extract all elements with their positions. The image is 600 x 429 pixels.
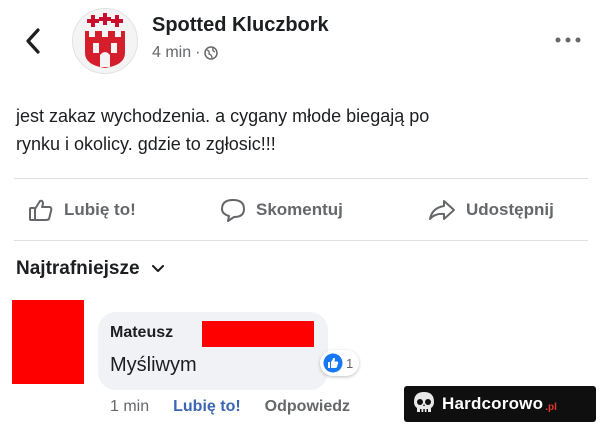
chevron-down-icon	[151, 265, 164, 272]
page-name[interactable]: Spotted Kluczbork	[152, 14, 329, 37]
watermark-suffix: .pl	[545, 401, 557, 413]
commenter-avatar-redacted[interactable]	[12, 300, 84, 384]
comment-footer: 1 min Lubię to! Odpowiedz	[110, 398, 350, 416]
meta-separator: ·	[195, 44, 201, 61]
comment-icon	[221, 199, 245, 222]
post-text-line: rynku i okolicy. gdzie to zgłosic!!!	[16, 134, 276, 154]
thumbs-up-icon	[29, 199, 53, 221]
post-actions: Lubię to! Skomentuj Udostępnij	[0, 186, 600, 234]
globe-icon	[204, 46, 219, 60]
reaction-count: 1	[346, 355, 354, 371]
share-icon	[429, 200, 455, 220]
comment-text: Myśliwym	[110, 354, 197, 376]
post-text-line: jest zakaz wychodzenia. a cygany młode b…	[16, 106, 430, 126]
author-name-redaction	[202, 321, 314, 347]
more-options-button[interactable]	[552, 28, 584, 52]
comment-bubble: Mateusz Myśliwym	[98, 312, 328, 390]
post-time[interactable]: 4 min	[152, 44, 191, 62]
more-horizontal-icon	[555, 37, 581, 43]
comments-sort-label: Najtrafniejsze	[16, 258, 140, 279]
comment-reply-link[interactable]: Odpowiedz	[265, 398, 350, 416]
coat-of-arms-logo	[85, 13, 125, 68]
divider	[14, 178, 588, 179]
comment-time[interactable]: 1 min	[110, 398, 149, 416]
like-button[interactable]: Lubię to!	[28, 186, 136, 234]
chevron-left-icon	[26, 28, 40, 54]
divider	[14, 240, 588, 241]
page-avatar[interactable]	[72, 8, 138, 74]
post-text: jest zakaz wychodzenia. a cygany młode b…	[16, 102, 586, 158]
comment-like-link[interactable]: Lubię to!	[173, 398, 241, 416]
skull-icon	[414, 392, 434, 412]
comment-label: Skomentuj	[256, 200, 343, 219]
back-button[interactable]	[18, 24, 48, 58]
share-button[interactable]: Udostępnij	[428, 186, 554, 234]
like-reaction-icon	[323, 353, 343, 373]
share-label: Udostępnij	[466, 200, 554, 219]
like-label: Lubię to!	[64, 200, 136, 219]
watermark: Hardcorowo .pl	[404, 386, 596, 422]
comments-sort-dropdown[interactable]: Najtrafniejsze	[16, 258, 164, 280]
post-meta: 4 min ·	[152, 44, 219, 62]
comment-reactions[interactable]: 1	[320, 350, 360, 376]
comment-author[interactable]: Mateusz	[110, 324, 173, 342]
comment-button[interactable]: Skomentuj	[220, 186, 343, 234]
post-header: Spotted Kluczbork 4 min ·	[0, 0, 600, 80]
watermark-text: Hardcorowo	[442, 394, 544, 413]
